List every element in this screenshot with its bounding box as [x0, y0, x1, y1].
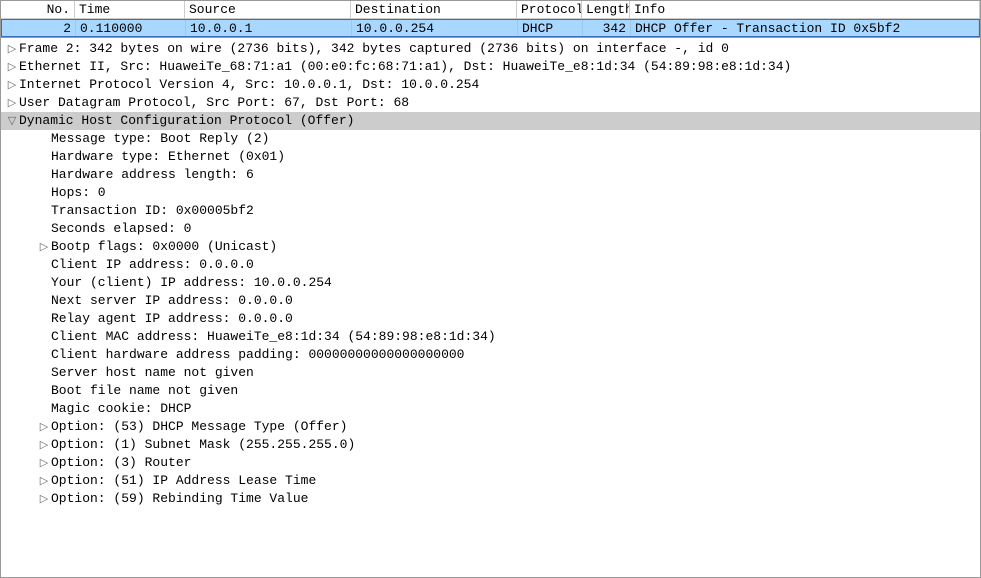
cell-len: 342 — [583, 20, 631, 36]
dhcp-chaddr[interactable]: Client MAC address: HuaweiTe_e8:1d:34 (5… — [1, 328, 980, 346]
tree-ethernet[interactable]: ▷ Ethernet II, Src: HuaweiTe_68:71:a1 (0… — [1, 58, 980, 76]
chevron-right-icon[interactable]: ▷ — [5, 58, 19, 76]
tree-label: Your (client) IP address: 10.0.0.254 — [51, 274, 332, 292]
packet-details-pane[interactable]: ▷ Frame 2: 342 bytes on wire (2736 bits)… — [0, 38, 981, 578]
tree-label: Option: (1) Subnet Mask (255.255.255.0) — [51, 436, 355, 454]
cell-src: 10.0.0.1 — [186, 20, 352, 36]
tree-label: Client hardware address padding: 0000000… — [51, 346, 464, 364]
tree-udp[interactable]: ▷ User Datagram Protocol, Src Port: 67, … — [1, 94, 980, 112]
tree-label: Client IP address: 0.0.0.0 — [51, 256, 254, 274]
dhcp-flags[interactable]: ▷ Bootp flags: 0x0000 (Unicast) — [1, 238, 980, 256]
tree-label: Next server IP address: 0.0.0.0 — [51, 292, 293, 310]
dhcp-opt3[interactable]: ▷ Option: (3) Router — [1, 454, 980, 472]
chevron-right-icon[interactable]: ▷ — [37, 436, 51, 454]
dhcp-hwlen[interactable]: Hardware address length: 6 — [1, 166, 980, 184]
chevron-right-icon[interactable]: ▷ — [37, 418, 51, 436]
dhcp-yiaddr[interactable]: Your (client) IP address: 10.0.0.254 — [1, 274, 980, 292]
tree-dhcp[interactable]: ▽ Dynamic Host Configuration Protocol (O… — [1, 112, 980, 130]
cell-info: DHCP Offer - Transaction ID 0x5bf2 — [631, 20, 979, 36]
col-header-src[interactable]: Source — [185, 1, 351, 18]
packet-row[interactable]: 2 0.110000 10.0.0.1 10.0.0.254 DHCP 342 … — [1, 19, 980, 37]
tree-label: Bootp flags: 0x0000 (Unicast) — [51, 238, 277, 256]
chevron-right-icon[interactable]: ▷ — [5, 40, 19, 58]
dhcp-siaddr[interactable]: Next server IP address: 0.0.0.0 — [1, 292, 980, 310]
tree-label: Server host name not given — [51, 364, 254, 382]
chevron-right-icon[interactable]: ▷ — [5, 76, 19, 94]
tree-ip[interactable]: ▷ Internet Protocol Version 4, Src: 10.0… — [1, 76, 980, 94]
tree-label: Option: (59) Rebinding Time Value — [51, 490, 308, 508]
cell-no: 2 — [2, 20, 76, 36]
dhcp-bootfile[interactable]: Boot file name not given — [1, 382, 980, 400]
tree-label: Relay agent IP address: 0.0.0.0 — [51, 310, 293, 328]
col-header-dst[interactable]: Destination — [351, 1, 517, 18]
col-header-len[interactable]: Length — [582, 1, 630, 18]
packet-list-pane: No. Time Source Destination Protocol Len… — [0, 0, 981, 38]
dhcp-cookie[interactable]: Magic cookie: DHCP — [1, 400, 980, 418]
chevron-right-icon[interactable]: ▷ — [5, 94, 19, 112]
tree-label: Transaction ID: 0x00005bf2 — [51, 202, 254, 220]
tree-label: Option: (51) IP Address Lease Time — [51, 472, 316, 490]
tree-label: Magic cookie: DHCP — [51, 400, 191, 418]
chevron-down-icon[interactable]: ▽ — [5, 112, 19, 130]
tree-label: Ethernet II, Src: HuaweiTe_68:71:a1 (00:… — [19, 58, 791, 76]
dhcp-secs[interactable]: Seconds elapsed: 0 — [1, 220, 980, 238]
dhcp-opt59[interactable]: ▷ Option: (59) Rebinding Time Value — [1, 490, 980, 508]
tree-label: Option: (53) DHCP Message Type (Offer) — [51, 418, 347, 436]
dhcp-hwtype[interactable]: Hardware type: Ethernet (0x01) — [1, 148, 980, 166]
tree-label: Hops: 0 — [51, 184, 106, 202]
tree-frame[interactable]: ▷ Frame 2: 342 bytes on wire (2736 bits)… — [1, 40, 980, 58]
dhcp-opt53[interactable]: ▷ Option: (53) DHCP Message Type (Offer) — [1, 418, 980, 436]
chevron-right-icon[interactable]: ▷ — [37, 472, 51, 490]
tree-label: Frame 2: 342 bytes on wire (2736 bits), … — [19, 40, 729, 58]
col-header-time[interactable]: Time — [75, 1, 185, 18]
dhcp-sname[interactable]: Server host name not given — [1, 364, 980, 382]
dhcp-ciaddr[interactable]: Client IP address: 0.0.0.0 — [1, 256, 980, 274]
tree-label: Seconds elapsed: 0 — [51, 220, 191, 238]
tree-label: Hardware type: Ethernet (0x01) — [51, 148, 285, 166]
tree-label: Internet Protocol Version 4, Src: 10.0.0… — [19, 76, 479, 94]
dhcp-msgtype[interactable]: Message type: Boot Reply (2) — [1, 130, 980, 148]
col-header-proto[interactable]: Protocol — [517, 1, 582, 18]
dhcp-xid[interactable]: Transaction ID: 0x00005bf2 — [1, 202, 980, 220]
chevron-right-icon[interactable]: ▷ — [37, 238, 51, 256]
col-header-info[interactable]: Info — [630, 1, 980, 18]
tree-label: User Datagram Protocol, Src Port: 67, Ds… — [19, 94, 409, 112]
cell-dst: 10.0.0.254 — [352, 20, 518, 36]
tree-label: Dynamic Host Configuration Protocol (Off… — [19, 112, 354, 130]
cell-time: 0.110000 — [76, 20, 186, 36]
tree-label: Boot file name not given — [51, 382, 238, 400]
col-header-no[interactable]: No. — [1, 1, 75, 18]
chevron-right-icon[interactable]: ▷ — [37, 490, 51, 508]
dhcp-chpad[interactable]: Client hardware address padding: 0000000… — [1, 346, 980, 364]
chevron-right-icon[interactable]: ▷ — [37, 454, 51, 472]
dhcp-hops[interactable]: Hops: 0 — [1, 184, 980, 202]
dhcp-giaddr[interactable]: Relay agent IP address: 0.0.0.0 — [1, 310, 980, 328]
tree-label: Option: (3) Router — [51, 454, 191, 472]
tree-label: Hardware address length: 6 — [51, 166, 254, 184]
cell-proto: DHCP — [518, 20, 583, 36]
packet-list-header[interactable]: No. Time Source Destination Protocol Len… — [1, 1, 980, 19]
dhcp-opt1[interactable]: ▷ Option: (1) Subnet Mask (255.255.255.0… — [1, 436, 980, 454]
dhcp-opt51[interactable]: ▷ Option: (51) IP Address Lease Time — [1, 472, 980, 490]
tree-label: Client MAC address: HuaweiTe_e8:1d:34 (5… — [51, 328, 496, 346]
tree-label: Message type: Boot Reply (2) — [51, 130, 269, 148]
